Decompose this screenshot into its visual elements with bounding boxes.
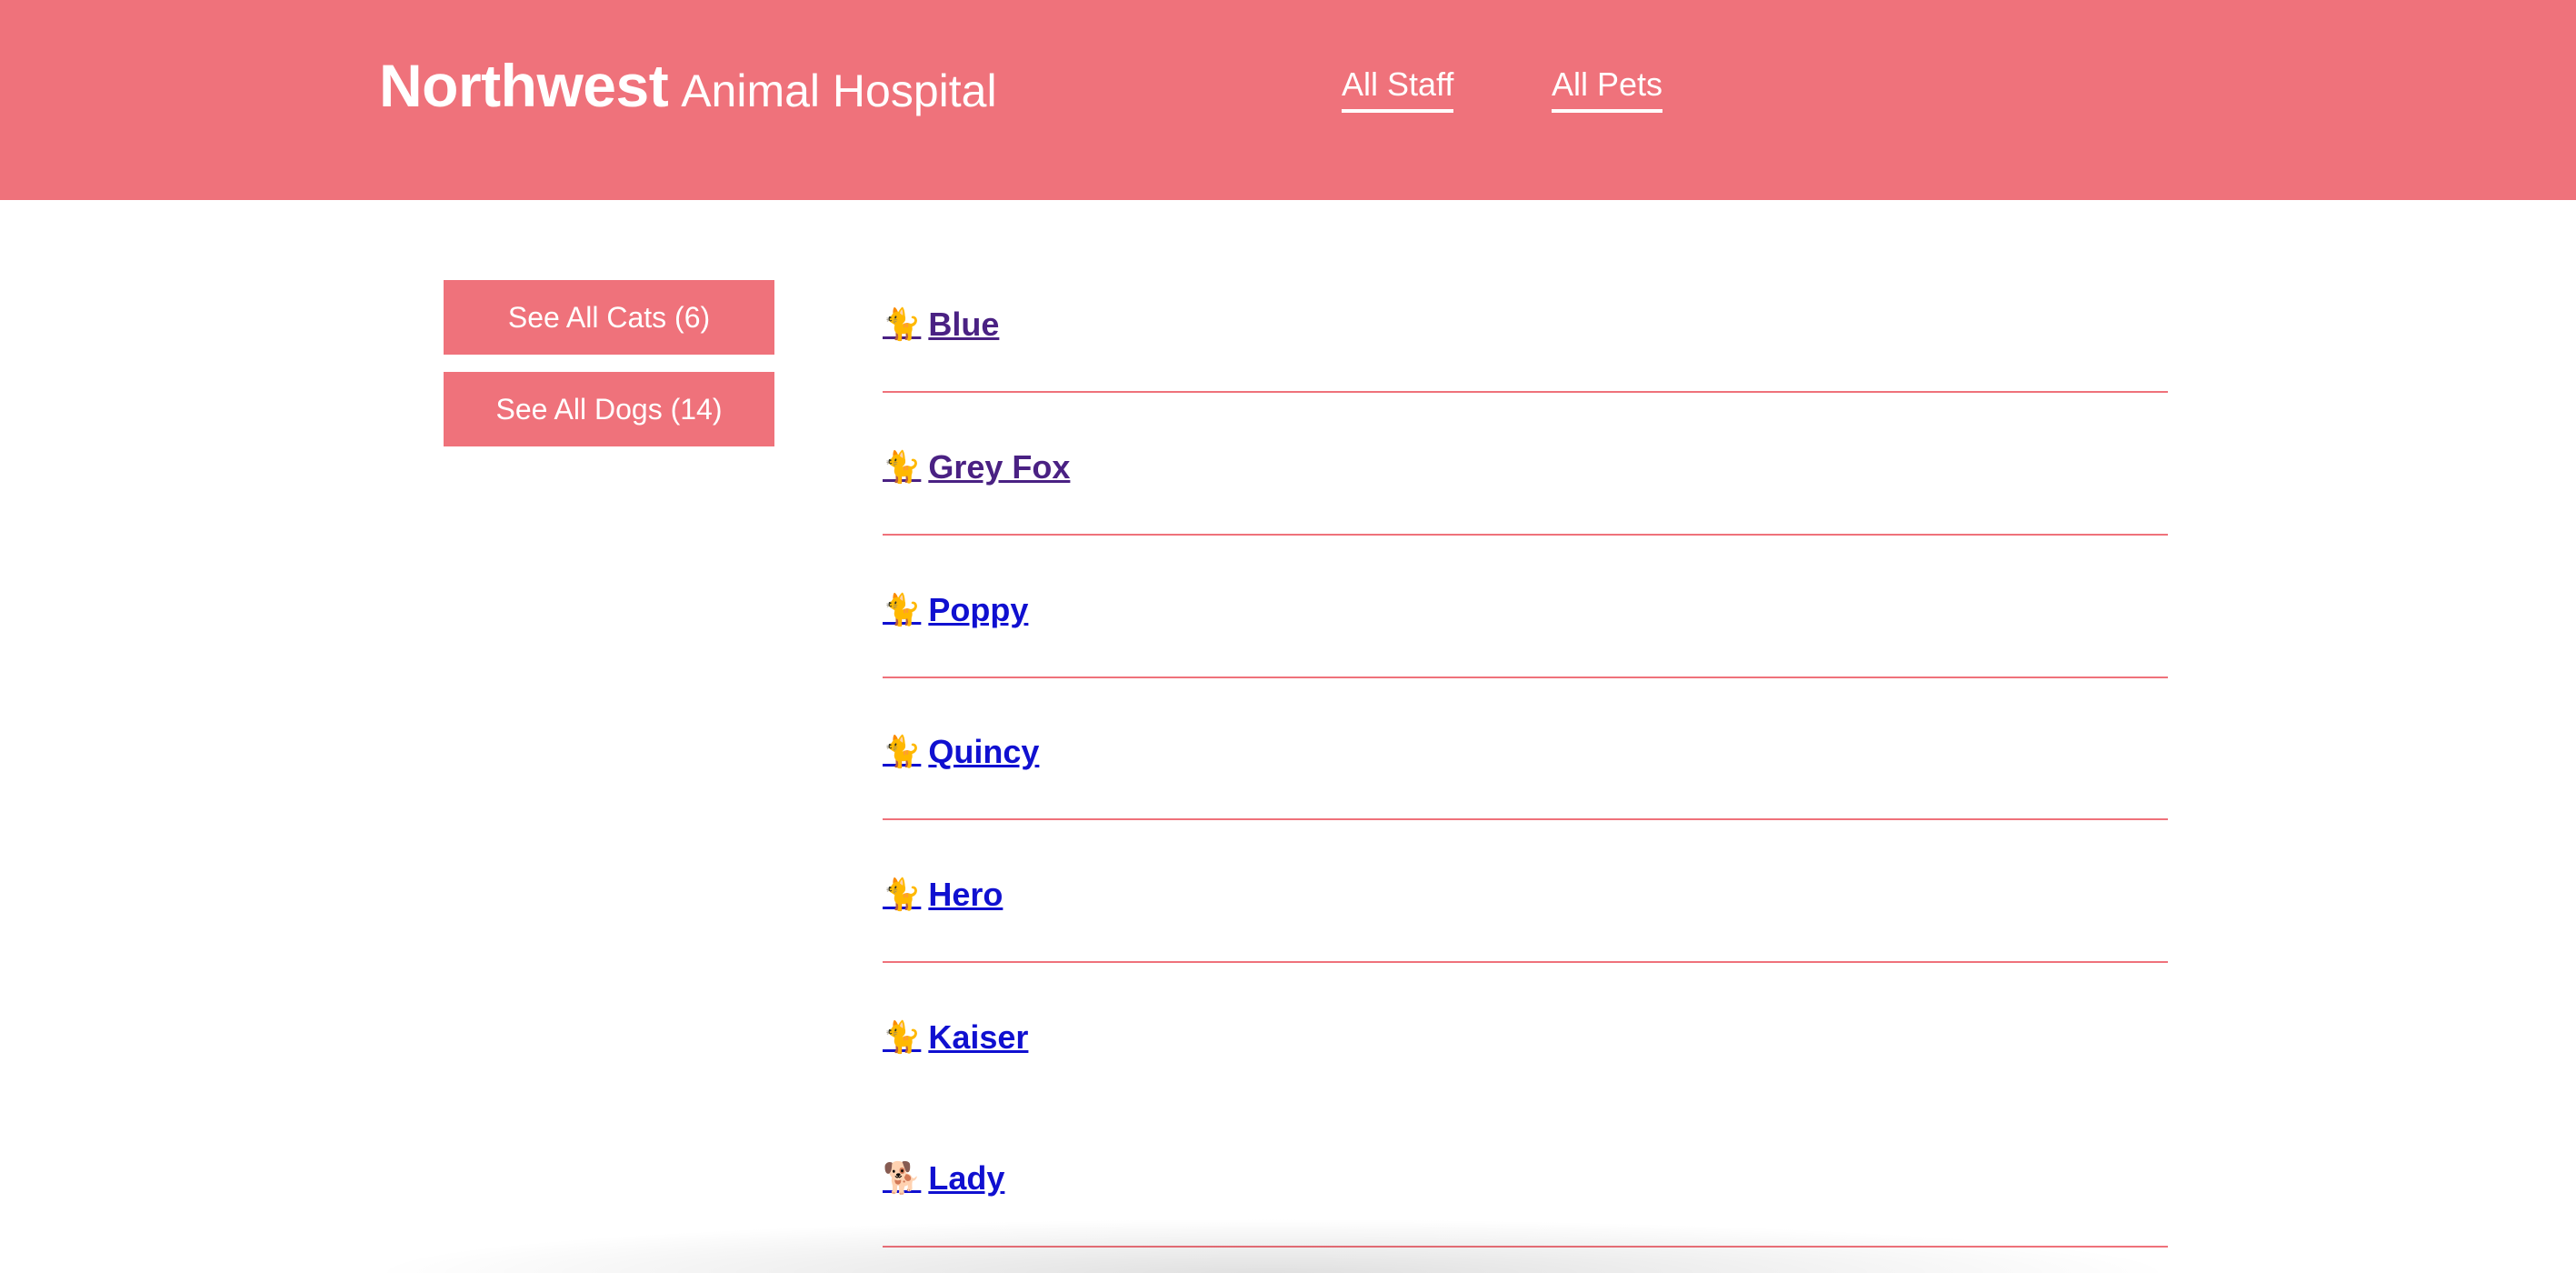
cat-icon: 🐈 [883, 1020, 922, 1055]
cat-icon: 🐈 [883, 877, 922, 912]
cat-icon: 🐈 [883, 307, 922, 342]
cat-icon: 🐈 [883, 735, 922, 769]
dog-icon: 🐕 [883, 1161, 922, 1196]
pet-name: Quincy [928, 733, 1040, 770]
pet-name: Hero [928, 876, 1003, 913]
pet-link[interactable]: 🐈 Quincy [883, 733, 1039, 771]
pet-name: Lady [928, 1159, 1005, 1197]
site-header: Northwest Animal Hospital All Staff All P… [0, 0, 2576, 200]
pet-link[interactable]: 🐈 Hero [883, 876, 1003, 914]
pet-name: Poppy [928, 591, 1029, 628]
cat-icon: 🐈 [883, 593, 922, 627]
pet-link[interactable]: 🐈 Grey Fox [883, 448, 1070, 486]
see-all-cats-button[interactable]: See All Cats (6) [444, 280, 774, 355]
row-divider [883, 677, 2168, 678]
pet-name: Grey Fox [928, 448, 1071, 486]
nav-all-pets[interactable]: All Pets [1552, 65, 1663, 113]
pet-link[interactable]: 🐈 Blue [883, 306, 999, 344]
brand-subtitle: Animal Hospital [681, 65, 997, 116]
bottom-shadow [364, 1218, 2182, 1273]
row-divider [883, 391, 2168, 393]
pet-name: Blue [928, 306, 1000, 343]
nav-all-staff[interactable]: All Staff [1342, 65, 1454, 113]
pet-link[interactable]: 🐈 Kaiser [883, 1018, 1028, 1057]
site-logo[interactable]: Northwest Animal Hospital [379, 51, 997, 120]
brand-name: Northwest [379, 52, 669, 119]
row-divider [883, 961, 2168, 963]
pet-name: Kaiser [928, 1018, 1029, 1056]
row-divider [883, 818, 2168, 820]
see-all-dogs-button[interactable]: See All Dogs (14) [444, 372, 774, 446]
pet-link[interactable]: 🐕 Lady [883, 1159, 1004, 1198]
row-divider [883, 534, 2168, 536]
pet-link[interactable]: 🐈 Poppy [883, 591, 1028, 629]
cat-icon: 🐈 [883, 450, 922, 485]
